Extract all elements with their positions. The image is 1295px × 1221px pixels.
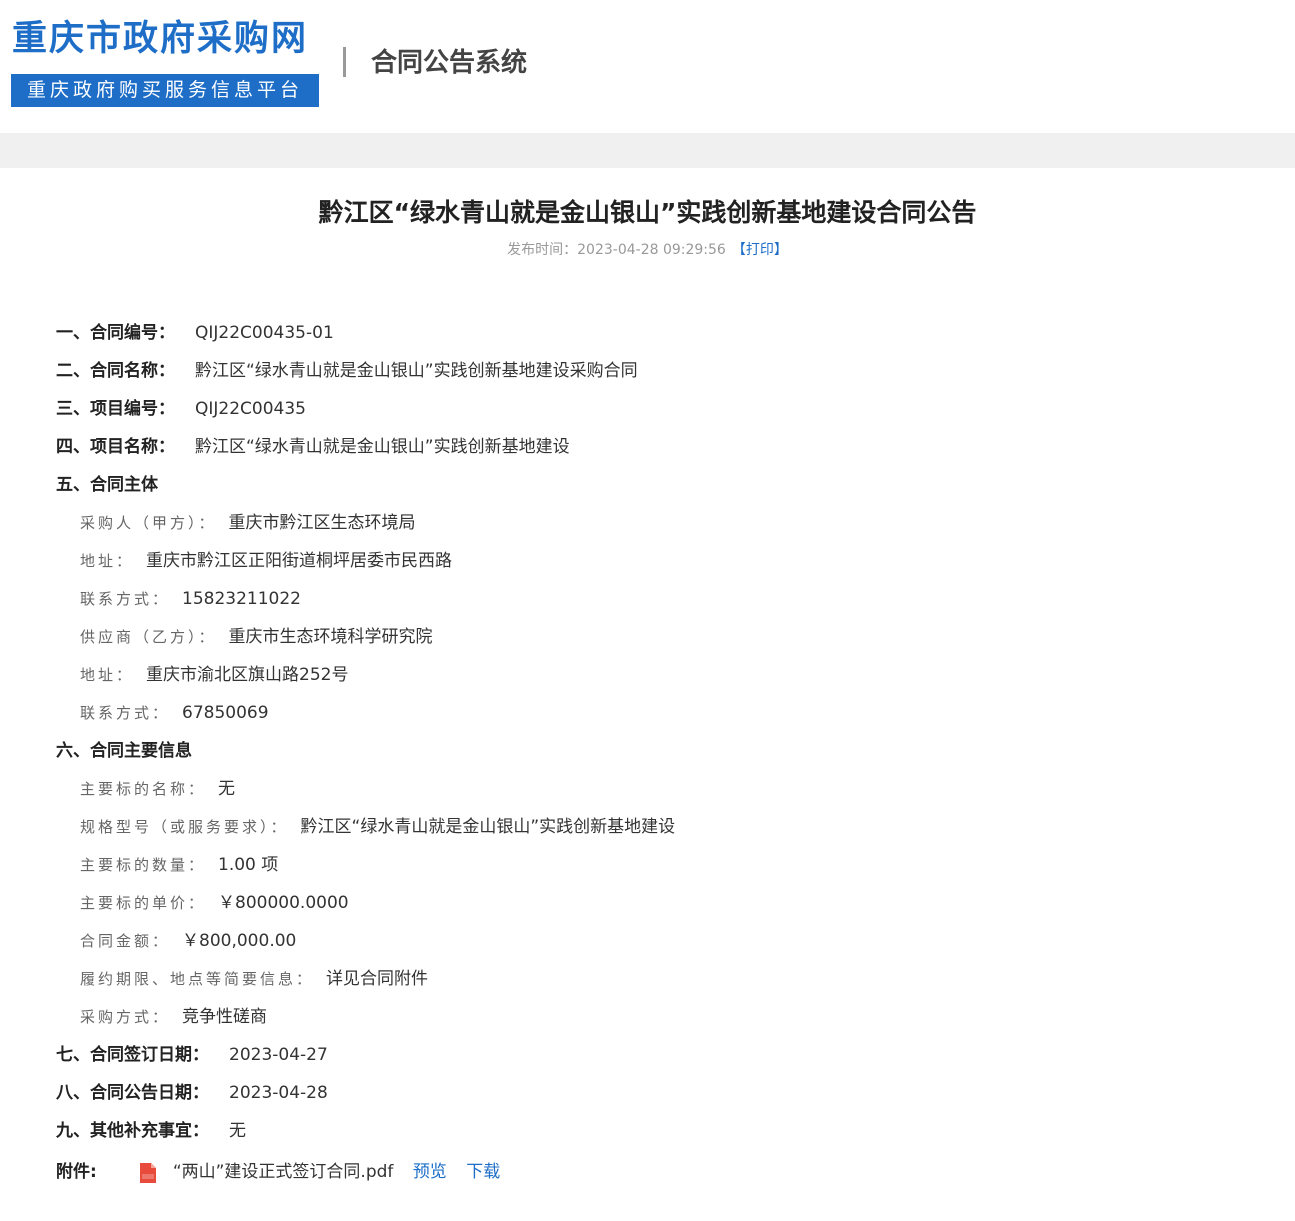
- field-label: 三、项目编号：: [56, 399, 175, 419]
- field-label: 二、合同名称：: [56, 361, 175, 381]
- section-main-info: 六、合同主要信息: [56, 732, 1256, 770]
- field-label: 主要标的单价：: [80, 894, 207, 912]
- field-label: 合同金额：: [80, 932, 171, 950]
- field-supplier: 供应商（乙方）： 重庆市生态环境科学研究院: [56, 618, 1256, 656]
- section-heading: 五、合同主体: [56, 475, 158, 495]
- field-project-no: 三、项目编号： QIJ22C00435: [56, 390, 1256, 428]
- field-value: 1.00 项: [218, 855, 279, 875]
- field-spec: 规格型号（或服务要求）： 黔江区“绿水青山就是金山银山”实践创新基地建设: [56, 808, 1256, 846]
- field-method: 采购方式： 竞争性磋商: [56, 998, 1256, 1036]
- field-label: 规格型号（或服务要求）：: [80, 818, 289, 836]
- field-label: 联系方式：: [80, 590, 171, 608]
- download-link[interactable]: 下载: [466, 1162, 500, 1182]
- field-supplier-contact: 联系方式： 67850069: [56, 694, 1256, 732]
- preview-link[interactable]: 预览: [413, 1162, 447, 1182]
- field-label: 联系方式：: [80, 704, 171, 722]
- field-label: 一、合同编号：: [56, 323, 175, 343]
- field-value: 详见合同附件: [326, 969, 429, 989]
- print-link[interactable]: 【打印】: [732, 242, 788, 258]
- field-value: QIJ22C00435: [195, 399, 306, 419]
- field-value: 2023-04-28: [229, 1083, 328, 1103]
- field-buyer-address: 地址： 重庆市黔江区正阳街道桐坪居委市民西路: [56, 542, 1256, 580]
- header-divider: [343, 47, 346, 77]
- field-subject-name: 主要标的名称： 无: [56, 770, 1256, 808]
- notice-title: 黔江区“绿水青山就是金山银山”实践创新基地建设合同公告: [318, 198, 977, 227]
- field-label: 主要标的数量：: [80, 856, 207, 874]
- field-other: 九、其他补充事宜： 无: [56, 1112, 1256, 1150]
- field-value: 黔江区“绿水青山就是金山银山”实践创新基地建设: [195, 437, 570, 457]
- field-label: 采购人（甲方）：: [80, 514, 217, 532]
- field-value: 重庆市黔江区生态环境局: [228, 513, 416, 533]
- publish-time-label: 发布时间：: [507, 242, 578, 258]
- field-value: 重庆市生态环境科学研究院: [228, 627, 433, 647]
- site-header: 重庆市政府采购网 重庆政府购买服务信息平台 合同公告系统: [0, 0, 1295, 133]
- field-value: 15823211022: [182, 589, 301, 609]
- field-sign-date: 七、合同签订日期： 2023-04-27: [56, 1036, 1256, 1074]
- field-contract-no: 一、合同编号： QIJ22C00435-01: [56, 314, 1256, 352]
- field-term: 履约期限、地点等简要信息： 详见合同附件: [56, 960, 1256, 998]
- field-value: 无: [218, 779, 236, 799]
- attachment-row: 附件: “两山”建设正式签订合同.pdf 预览 下载: [56, 1152, 1256, 1192]
- field-contract-name: 二、合同名称： 黔江区“绿水青山就是金山银山”实践创新基地建设采购合同: [56, 352, 1256, 390]
- field-label: 四、项目名称：: [56, 437, 175, 457]
- site-logo-title[interactable]: 重庆市政府采购网: [12, 14, 308, 64]
- field-label: 七、合同签订日期：: [56, 1045, 209, 1065]
- field-label: 八、合同公告日期：: [56, 1083, 209, 1103]
- nav-band: [0, 133, 1295, 168]
- field-label: 地址：: [80, 552, 135, 570]
- attachment-label: 附件:: [56, 1162, 97, 1182]
- field-value: 黔江区“绿水青山就是金山银山”实践创新基地建设采购合同: [195, 361, 638, 381]
- field-value: 无: [229, 1121, 246, 1141]
- field-publish-date: 八、合同公告日期： 2023-04-28: [56, 1074, 1256, 1112]
- publish-time: 2023-04-28 09:29:56: [577, 242, 726, 258]
- pdf-file-icon: [139, 1159, 157, 1183]
- field-value: ￥800000.0000: [218, 893, 349, 913]
- field-value: 黔江区“绿水青山就是金山银山”实践创新基地建设: [300, 817, 676, 837]
- field-buyer-contact: 联系方式： 15823211022: [56, 580, 1256, 618]
- system-name: 合同公告系统: [371, 48, 528, 78]
- notice-meta: 发布时间：2023-04-28 09:29:56 【打印】: [0, 238, 1295, 262]
- field-label: 地址：: [80, 666, 135, 684]
- field-supplier-address: 地址： 重庆市渝北区旗山路252号: [56, 656, 1256, 694]
- field-value: ￥800,000.00: [182, 931, 297, 951]
- field-quantity: 主要标的数量： 1.00 项: [56, 846, 1256, 884]
- field-value: QIJ22C00435-01: [195, 323, 334, 343]
- field-label: 采购方式：: [80, 1008, 171, 1026]
- field-unit-price: 主要标的单价： ￥800000.0000: [56, 884, 1256, 922]
- field-value: 重庆市黔江区正阳街道桐坪居委市民西路: [146, 551, 453, 571]
- field-buyer: 采购人（甲方）： 重庆市黔江区生态环境局: [56, 504, 1256, 542]
- site-logo-subtitle[interactable]: 重庆政府购买服务信息平台: [11, 74, 319, 107]
- field-label: 履约期限、地点等简要信息：: [80, 970, 315, 988]
- field-label: 供应商（乙方）：: [80, 628, 217, 646]
- field-label: 九、其他补充事宜：: [56, 1121, 209, 1141]
- field-value: 重庆市渝北区旗山路252号: [146, 665, 349, 685]
- notice-content: 一、合同编号： QIJ22C00435-01 二、合同名称： 黔江区“绿水青山就是金…: [56, 314, 1256, 1192]
- field-project-name: 四、项目名称： 黔江区“绿水青山就是金山银山”实践创新基地建设: [56, 428, 1256, 466]
- section-heading: 六、合同主要信息: [56, 741, 192, 761]
- attachment-file-name[interactable]: “两山”建设正式签订合同.pdf: [173, 1162, 394, 1182]
- field-label: 主要标的名称：: [80, 780, 207, 798]
- field-value: 67850069: [182, 703, 269, 723]
- section-parties: 五、合同主体: [56, 466, 1256, 504]
- field-amount: 合同金额： ￥800,000.00: [56, 922, 1256, 960]
- field-value: 竞争性磋商: [182, 1007, 268, 1027]
- field-value: 2023-04-27: [229, 1045, 328, 1065]
